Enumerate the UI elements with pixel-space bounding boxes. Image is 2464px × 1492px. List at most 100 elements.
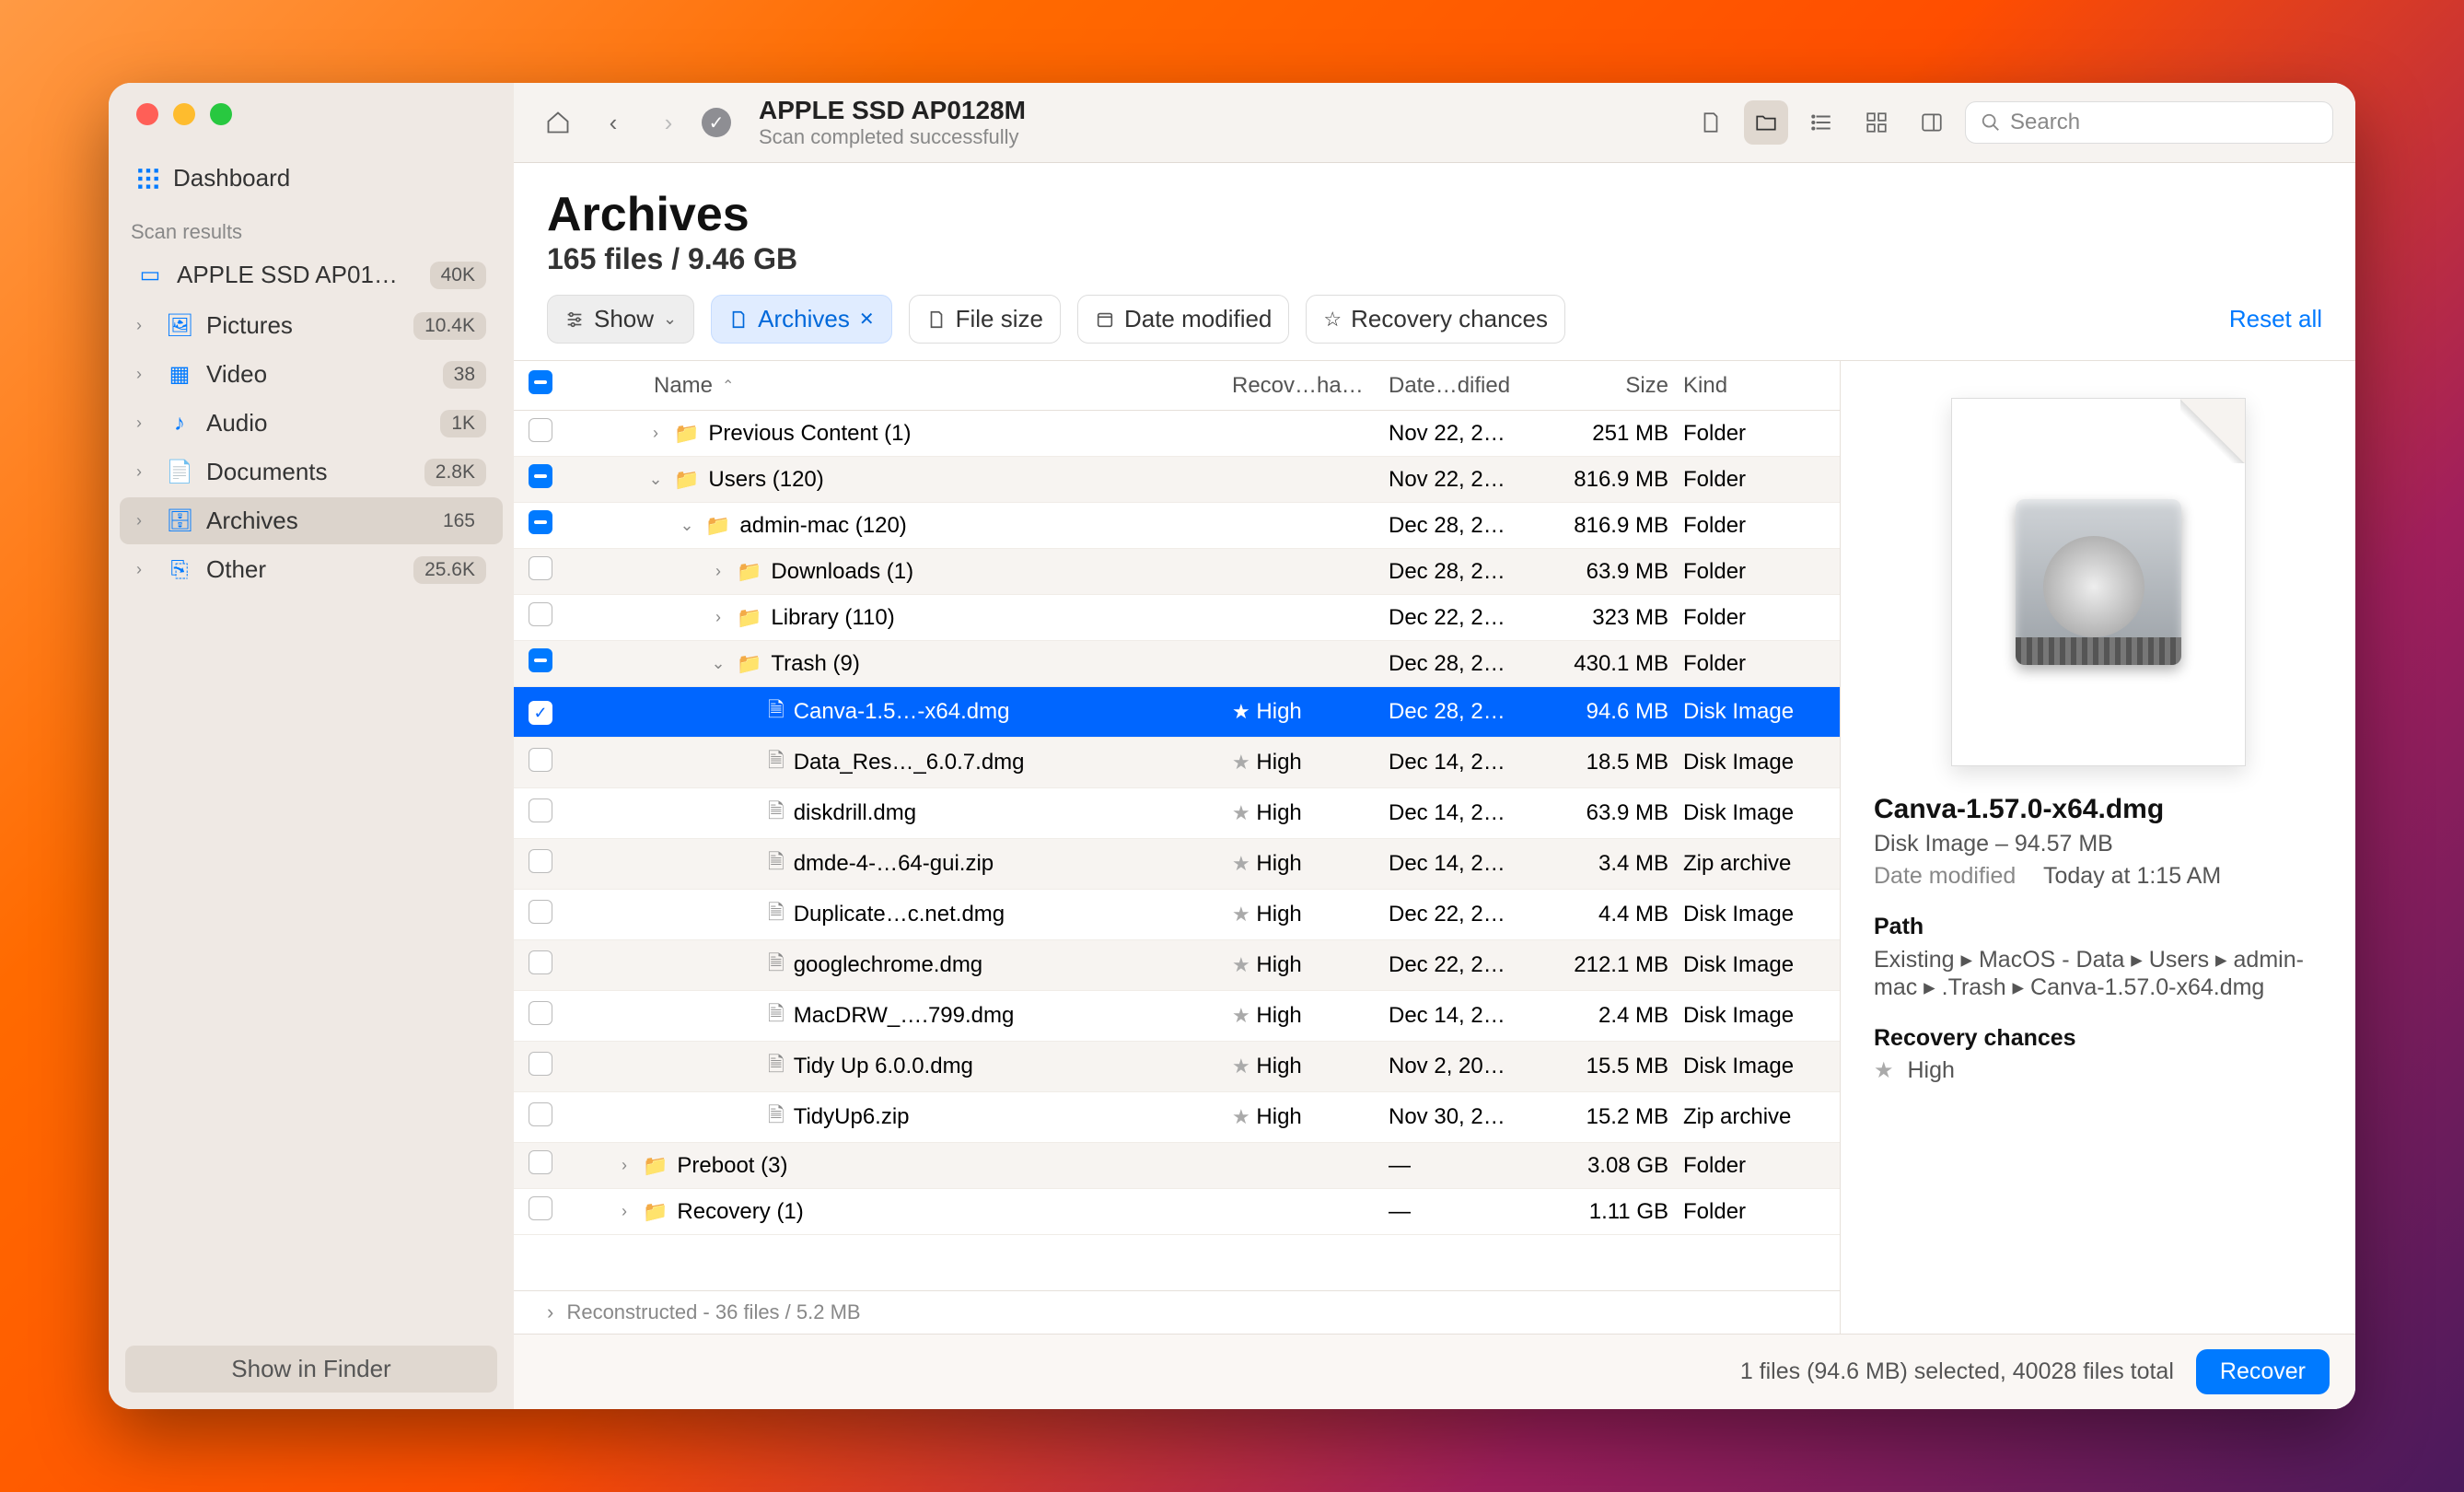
kind-cell: Folder	[1676, 605, 1832, 631]
checkbox-indeterminate[interactable]	[529, 510, 552, 534]
table-row[interactable]: ⌄📁admin-mac (120)Dec 28, 2…816.9 MBFolde…	[514, 503, 1840, 549]
sidebar-dashboard[interactable]: Dashboard	[120, 155, 503, 202]
checkbox[interactable]	[529, 1001, 552, 1025]
column-checkbox[interactable]	[521, 370, 580, 401]
table-row[interactable]: 🗎TidyUp6.zip★ HighNov 30, 2…15.2 MBZip a…	[514, 1092, 1840, 1143]
back-button[interactable]: ‹	[591, 100, 635, 145]
remove-filter-icon[interactable]: ✕	[859, 308, 875, 331]
view-document-button[interactable]	[1689, 100, 1733, 145]
kind-cell: Zip archive	[1676, 1104, 1832, 1130]
table-row[interactable]: ⌄📁Users (120)Nov 22, 2…816.9 MBFolder	[514, 457, 1840, 503]
column-size[interactable]: Size	[1538, 373, 1676, 399]
table-row[interactable]: ›📁Downloads (1)Dec 28, 2…63.9 MBFolder	[514, 549, 1840, 595]
column-date[interactable]: Date…dified	[1381, 373, 1538, 399]
sidebar-item-archives[interactable]: ›🗄Archives165	[120, 497, 503, 544]
star-icon: ★	[1232, 801, 1250, 824]
checkbox[interactable]	[529, 798, 552, 822]
show-in-finder-button[interactable]: Show in Finder	[125, 1346, 497, 1393]
chevron-right-icon[interactable]: ›	[615, 1156, 633, 1175]
checkbox[interactable]	[529, 748, 552, 772]
checkbox[interactable]	[529, 900, 552, 924]
table-row[interactable]: ›📁Recovery (1)—1.11 GBFolder	[514, 1189, 1840, 1235]
recover-button[interactable]: Recover	[2196, 1349, 2330, 1394]
checkbox[interactable]	[529, 1196, 552, 1220]
chevron-right-icon[interactable]: ›	[709, 562, 727, 581]
recovery-cell: ★ High	[1225, 952, 1381, 978]
close-window-button[interactable]	[136, 103, 158, 125]
reconstructed-group[interactable]: › Reconstructed - 36 files / 5.2 MB	[514, 1290, 1840, 1334]
table-row[interactable]: 🗎Duplicate…c.net.dmg★ HighDec 22, 2…4.4 …	[514, 890, 1840, 940]
toggle-inspector-button[interactable]	[1910, 100, 1954, 145]
sidebar-item-video[interactable]: ›▦Video38	[120, 351, 503, 398]
filter-archives-chip[interactable]: Archives ✕	[711, 295, 891, 344]
sidebar-item-other[interactable]: ›⎘Other25.6K	[120, 546, 503, 593]
column-kind[interactable]: Kind	[1676, 373, 1832, 399]
checkbox[interactable]	[529, 418, 552, 442]
kind-cell: Folder	[1676, 651, 1832, 677]
sidebar-item-documents[interactable]: ›📄Documents2.8K	[120, 449, 503, 495]
file-icon: 🗎	[768, 745, 785, 780]
size-cell: 816.9 MB	[1538, 467, 1676, 493]
checkbox[interactable]	[529, 849, 552, 873]
sidebar-dashboard-label: Dashboard	[173, 164, 290, 192]
size-cell: 251 MB	[1538, 421, 1676, 447]
checkbox-indeterminate[interactable]	[529, 464, 552, 488]
checkbox-checked[interactable]: ✓	[529, 701, 552, 725]
reset-filters-button[interactable]: Reset all	[2229, 305, 2322, 333]
star-icon: ★	[1232, 751, 1250, 774]
column-recovery[interactable]: Recov…hances	[1225, 373, 1381, 399]
checkbox[interactable]	[529, 1150, 552, 1174]
filter-date-modified[interactable]: Date modified	[1077, 295, 1289, 344]
sidebar-item-audio[interactable]: ›♪Audio1K	[120, 400, 503, 447]
table-row[interactable]: ›📁Library (110)Dec 22, 2…323 MBFolder	[514, 595, 1840, 641]
checkbox[interactable]	[529, 950, 552, 974]
table-row[interactable]: ⌄📁Trash (9)Dec 28, 2…430.1 MBFolder	[514, 641, 1840, 687]
column-name[interactable]: Name ⌃	[580, 373, 1225, 399]
size-cell: 63.9 MB	[1538, 800, 1676, 826]
chevron-down-icon[interactable]: ⌄	[646, 470, 665, 489]
chevron-down-icon[interactable]: ⌄	[709, 654, 727, 673]
size-cell: 816.9 MB	[1538, 513, 1676, 539]
view-grid-button[interactable]	[1854, 100, 1899, 145]
chevron-down-icon: ⌄	[663, 309, 677, 329]
show-dropdown[interactable]: Show ⌄	[547, 295, 694, 344]
size-cell: 15.2 MB	[1538, 1104, 1676, 1130]
maximize-window-button[interactable]	[210, 103, 232, 125]
chevron-right-icon[interactable]: ›	[615, 1202, 633, 1221]
chevron-right-icon[interactable]: ›	[646, 424, 665, 443]
view-list-button[interactable]	[1799, 100, 1843, 145]
table-row[interactable]: ›📁Previous Content (1)Nov 22, 2…251 MBFo…	[514, 411, 1840, 457]
checkbox[interactable]	[529, 556, 552, 580]
view-folder-button[interactable]	[1744, 100, 1788, 145]
volume-title: APPLE SSD AP0128M	[759, 96, 1026, 125]
inspector-recovery-label: Recovery chances	[1874, 1025, 2322, 1052]
checkbox-indeterminate[interactable]	[529, 648, 552, 672]
table-body[interactable]: ›📁Previous Content (1)Nov 22, 2…251 MBFo…	[514, 411, 1840, 1290]
chevron-right-icon[interactable]: ›	[709, 608, 727, 627]
inspector: Canva-1.57.0-x64.dmg Disk Image – 94.57 …	[1840, 361, 2355, 1334]
file-name: Preboot (3)	[677, 1153, 787, 1179]
forward-button[interactable]: ›	[646, 100, 691, 145]
chevron-down-icon[interactable]: ⌄	[678, 516, 696, 535]
table-row[interactable]: ✓🗎Canva-1.5…-x64.dmg★ HighDec 28, 2…94.6…	[514, 687, 1840, 738]
table-row[interactable]: 🗎Data_Res…_6.0.7.dmg★ HighDec 14, 2…18.5…	[514, 738, 1840, 788]
table-row[interactable]: 🗎dmde-4-…64-gui.zip★ HighDec 14, 2…3.4 M…	[514, 839, 1840, 890]
table-row[interactable]: 🗎Tidy Up 6.0.0.dmg★ HighNov 2, 20…15.5 M…	[514, 1042, 1840, 1092]
table-row[interactable]: ›📁Preboot (3)—3.08 GBFolder	[514, 1143, 1840, 1189]
checkbox[interactable]	[529, 602, 552, 626]
chevron-right-icon: ›	[136, 560, 153, 579]
table-row[interactable]: 🗎googlechrome.dmg★ HighDec 22, 2…212.1 M…	[514, 940, 1840, 991]
checkbox[interactable]	[529, 1102, 552, 1126]
date-cell: Nov 30, 2…	[1381, 1104, 1538, 1130]
checkbox[interactable]	[529, 1052, 552, 1076]
filter-file-size[interactable]: File size	[909, 295, 1061, 344]
minimize-window-button[interactable]	[173, 103, 195, 125]
kind-cell: Disk Image	[1676, 1054, 1832, 1079]
filter-recovery-chances[interactable]: ☆ Recovery chances	[1306, 295, 1565, 344]
table-row[interactable]: 🗎diskdrill.dmg★ HighDec 14, 2…63.9 MBDis…	[514, 788, 1840, 839]
home-button[interactable]	[536, 100, 580, 145]
search-input[interactable]: Search	[1965, 101, 2333, 144]
sidebar-device[interactable]: ▭ APPLE SSD AP01… 40K	[120, 251, 503, 298]
sidebar-item-pictures[interactable]: ›🖼Pictures10.4K	[120, 302, 503, 349]
table-row[interactable]: 🗎MacDRW_….799.dmg★ HighDec 14, 2…2.4 MBD…	[514, 991, 1840, 1042]
